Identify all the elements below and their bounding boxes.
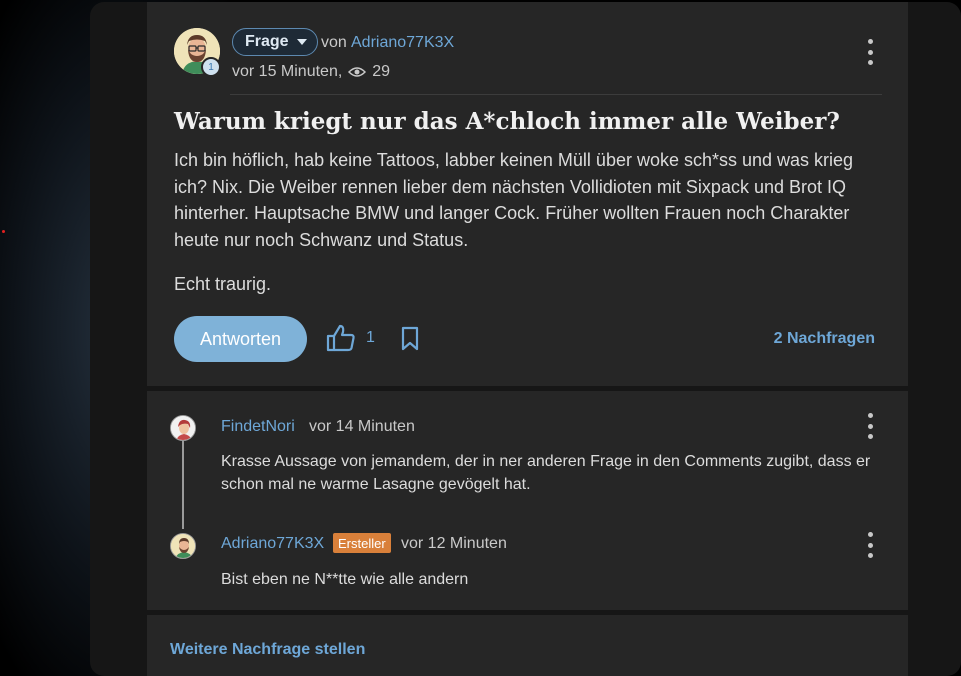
more-vertical-icon[interactable] (867, 532, 873, 558)
question-body-paragraph: Ich bin höflich, hab keine Tattoos, labb… (174, 150, 854, 250)
level-badge: 1 (201, 57, 221, 77)
ask-followup-link[interactable]: Weitere Nachfrage stellen (170, 641, 365, 659)
question-type-dropdown[interactable]: Frage (232, 28, 318, 56)
comment-author-link[interactable]: FindetNori (221, 418, 295, 436)
by-prefix: von (321, 34, 347, 51)
more-vertical-icon[interactable] (867, 413, 873, 439)
followups-link[interactable]: 2 Nachfragen (774, 330, 875, 348)
question-time: vor 15 Minuten, (232, 63, 343, 80)
question-card: 1 Frage von Adriano77K3X vor 15 Minuten,… (147, 2, 908, 386)
question-body-paragraph: Echt traurig. (174, 274, 272, 294)
comment-time: vor 12 Minuten (401, 535, 507, 552)
thread-line (182, 439, 184, 529)
comment-text: Krasse Aussage von jemandem, der in ner … (221, 453, 871, 493)
like-button[interactable]: 1 (326, 324, 375, 352)
author-link[interactable]: Adriano77K3X (351, 34, 454, 52)
creator-badge: Ersteller (333, 533, 391, 553)
caret-down-icon (296, 39, 307, 45)
header-divider (230, 94, 882, 95)
followups-card: FindetNori vor 14 Minuten Krasse Aussage… (147, 391, 908, 610)
comment-time: vor 14 Minuten (309, 418, 415, 435)
comment-text: Bist eben ne N**tte wie alle andern (221, 571, 469, 588)
app-window: 1 Frage von Adriano77K3X vor 15 Minuten,… (90, 2, 961, 676)
eye-icon (348, 67, 367, 77)
avatar[interactable] (170, 415, 196, 441)
bookmark-icon[interactable] (401, 326, 419, 352)
answer-button[interactable]: Antworten (174, 316, 307, 362)
thumbs-up-icon (326, 324, 355, 352)
question-title: Warum kriegt nur das A*chloch immer alle… (174, 108, 840, 135)
avatar[interactable] (170, 533, 196, 559)
like-count: 1 (366, 329, 375, 346)
comment-author-link[interactable]: Adriano77K3X (221, 535, 324, 553)
more-vertical-icon[interactable] (867, 39, 873, 65)
question-type-label: Frage (245, 33, 289, 50)
question-meta: vor 15 Minuten, 29 (232, 63, 390, 81)
view-count: 29 (372, 63, 391, 80)
red-dot-marker (2, 230, 5, 233)
ask-followup-card: Weitere Nachfrage stellen (147, 615, 908, 676)
question-body: Ich bin höflich, hab keine Tattoos, labb… (174, 147, 884, 316)
